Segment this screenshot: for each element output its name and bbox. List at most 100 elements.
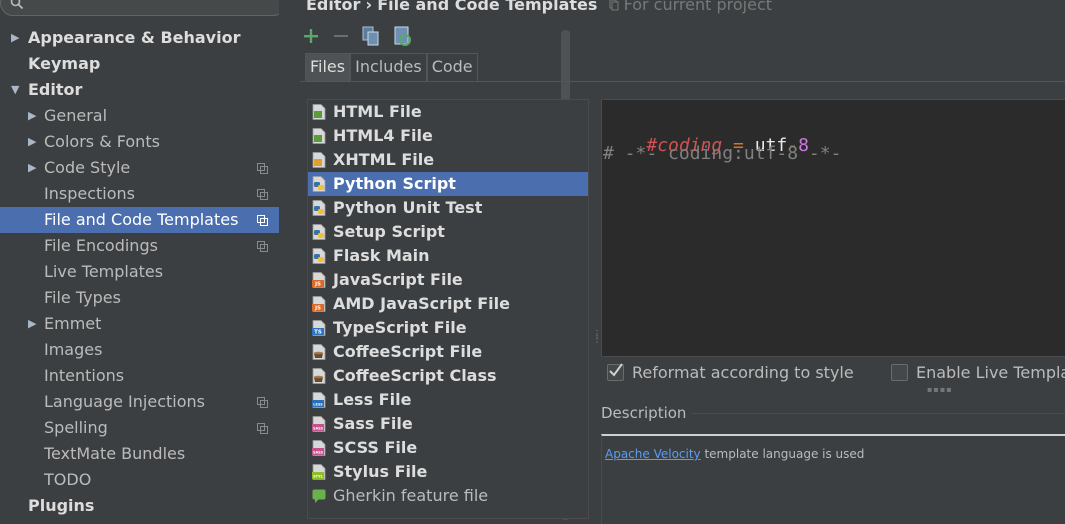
breadcrumb: Editor › File and Code Templates For cur…: [306, 0, 772, 15]
tree-item-general[interactable]: ▶ General: [0, 103, 279, 129]
project-scope-icon: [257, 215, 268, 226]
template-item-label: HTML4 File: [333, 126, 433, 145]
python-file-icon: [312, 224, 326, 240]
svg-text:JS: JS: [314, 306, 321, 312]
svg-text:SASS: SASS: [313, 451, 324, 455]
tree-item-file-encodings[interactable]: File Encodings: [0, 233, 279, 259]
remove-template-button[interactable]: [330, 24, 352, 48]
svg-text:TS: TS: [314, 330, 322, 336]
tree-item-images[interactable]: Images: [0, 337, 279, 363]
template-item-python-unit-test[interactable]: Python Unit Test: [308, 196, 588, 220]
tree-item-emmet[interactable]: ▶ Emmet: [0, 311, 279, 337]
tree-item-editor[interactable]: ▼ Editor: [0, 77, 279, 103]
live-templates-option[interactable]: Enable Live Templates: [891, 363, 1065, 383]
scss-file-icon: SASS: [312, 440, 326, 456]
template-item-coffeescript-file[interactable]: CoffeeScript File: [308, 340, 588, 364]
tree-item-language-injections[interactable]: Language Injections: [0, 389, 279, 415]
template-item-python-script[interactable]: Python Script: [308, 172, 588, 196]
copy-template-button[interactable]: [360, 24, 382, 48]
description-panel: Apache Velocity template language is use…: [601, 434, 1065, 524]
tree-item-label: File Encodings: [44, 236, 158, 255]
collapsed-arrow-icon[interactable]: ▶: [28, 155, 40, 181]
template-item-label: SCSS File: [333, 438, 418, 457]
resize-grip[interactable]: ▪▪▪▪: [927, 385, 953, 394]
plus-icon: [304, 29, 318, 43]
template-editor[interactable]: #coding = utf-8 # -*- coding:utf-8 -*-: [601, 99, 1065, 357]
template-item-xhtml-file[interactable]: XHTML File: [308, 148, 588, 172]
tab-includes[interactable]: Includes: [350, 53, 427, 81]
tree-item-textmate-bundles[interactable]: TextMate Bundles: [0, 441, 279, 467]
javascript-file-icon: JS: [312, 296, 326, 312]
template-item-label: CoffeeScript File: [333, 342, 483, 361]
collapsed-arrow-icon[interactable]: ▶: [28, 103, 40, 129]
settings-search-input[interactable]: [0, 0, 286, 16]
checkmark-icon: [609, 363, 623, 377]
tree-item-inspections[interactable]: Inspections: [0, 181, 279, 207]
project-scope-icon: [257, 423, 268, 434]
tree-item-label: TODO: [44, 470, 92, 489]
reformat-option[interactable]: Reformat according to style: [607, 363, 857, 383]
add-template-button[interactable]: [300, 24, 322, 48]
tree-item-label: Language Injections: [44, 392, 205, 411]
list-editor-splitter[interactable]: ⋮ ⋮: [592, 330, 602, 354]
template-item-typescript-file[interactable]: TS TypeScript File: [308, 316, 588, 340]
breadcrumb-current: File and Code Templates: [377, 0, 598, 14]
collapsed-arrow-icon[interactable]: ▶: [28, 311, 40, 337]
breadcrumb-parent: Editor: [306, 0, 361, 14]
svg-text:JS: JS: [314, 282, 321, 288]
tree-item-label: File Types: [44, 288, 121, 307]
python-file-icon: [312, 248, 326, 264]
template-item-gherkin-feature-file[interactable]: Gherkin feature file: [308, 484, 588, 508]
tree-item-spelling[interactable]: Spelling: [0, 415, 279, 441]
tree-item-plugins[interactable]: Plugins: [0, 493, 279, 519]
collapsed-arrow-icon[interactable]: ▶: [28, 129, 40, 155]
svg-text:SASS: SASS: [313, 427, 324, 431]
tree-item-label: Intentions: [44, 366, 125, 385]
project-scope-icon: [609, 0, 618, 11]
tree-item-colors-fonts[interactable]: ▶ Colors & Fonts: [0, 129, 279, 155]
template-item-label: Sass File: [333, 414, 413, 433]
apache-velocity-link[interactable]: Apache Velocity: [605, 447, 701, 461]
live-templates-checkbox[interactable]: [891, 364, 908, 381]
collapsed-arrow-icon[interactable]: ▶: [11, 25, 23, 51]
expanded-arrow-icon[interactable]: ▼: [11, 77, 23, 103]
reset-template-button[interactable]: [392, 24, 414, 48]
template-item-less-file[interactable]: LESS Less File: [308, 388, 588, 412]
tree-item-live-templates[interactable]: Live Templates: [0, 259, 279, 285]
tree-item-keymap[interactable]: Keymap: [0, 51, 279, 77]
scope-hint: For current project: [609, 0, 773, 14]
template-item-coffeescript-class[interactable]: CoffeeScript Class: [308, 364, 588, 388]
template-item-javascript-file[interactable]: JS JavaScript File: [308, 268, 588, 292]
template-item-label: Python Script: [333, 174, 456, 193]
copy-icon: [362, 26, 379, 46]
sidebar-splitter[interactable]: [279, 0, 570, 520]
tree-item-todo[interactable]: TODO: [0, 467, 279, 493]
reformat-checkbox[interactable]: [607, 363, 624, 381]
template-item-scss-file[interactable]: SASS SCSS File: [308, 436, 588, 460]
template-item-amd-javascript-file[interactable]: JS AMD JavaScript File: [308, 292, 588, 316]
template-item-label: CoffeeScript Class: [333, 366, 497, 385]
scope-hint-label: For current project: [623, 0, 773, 14]
template-item-label: JavaScript File: [333, 270, 463, 289]
template-list: HTML File HTML4 File XHTML File Python Scri…: [307, 99, 589, 519]
description-title: Description: [601, 404, 687, 422]
tree-item-label: Code Style: [44, 158, 131, 177]
tree-item-file-types[interactable]: File Types: [0, 285, 279, 311]
typescript-file-icon: TS: [312, 320, 326, 336]
sass-file-icon: SASS: [312, 416, 326, 432]
template-item-html4-file[interactable]: HTML4 File: [308, 124, 588, 148]
tree-item-intentions[interactable]: Intentions: [0, 363, 279, 389]
tree-item-file-and-code-templates[interactable]: File and Code Templates: [0, 207, 279, 233]
tree-item-appearance-behavior[interactable]: ▶ Appearance & Behavior: [0, 25, 279, 51]
description-body: template language is used: [700, 447, 865, 461]
template-item-sass-file[interactable]: SASS Sass File: [308, 412, 588, 436]
tree-item-code-style[interactable]: ▶ Code Style: [0, 155, 279, 181]
tree-item-label: Images: [44, 340, 103, 359]
template-item-stylus-file[interactable]: STYL Stylus File: [308, 460, 588, 484]
template-item-html-file[interactable]: HTML File: [308, 100, 588, 124]
tab-files[interactable]: Files: [305, 53, 351, 81]
tab-code[interactable]: Code: [426, 53, 478, 81]
javascript-file-icon: JS: [312, 272, 326, 288]
template-item-flask-main[interactable]: Flask Main: [308, 244, 588, 268]
template-item-setup-script[interactable]: Setup Script: [308, 220, 588, 244]
